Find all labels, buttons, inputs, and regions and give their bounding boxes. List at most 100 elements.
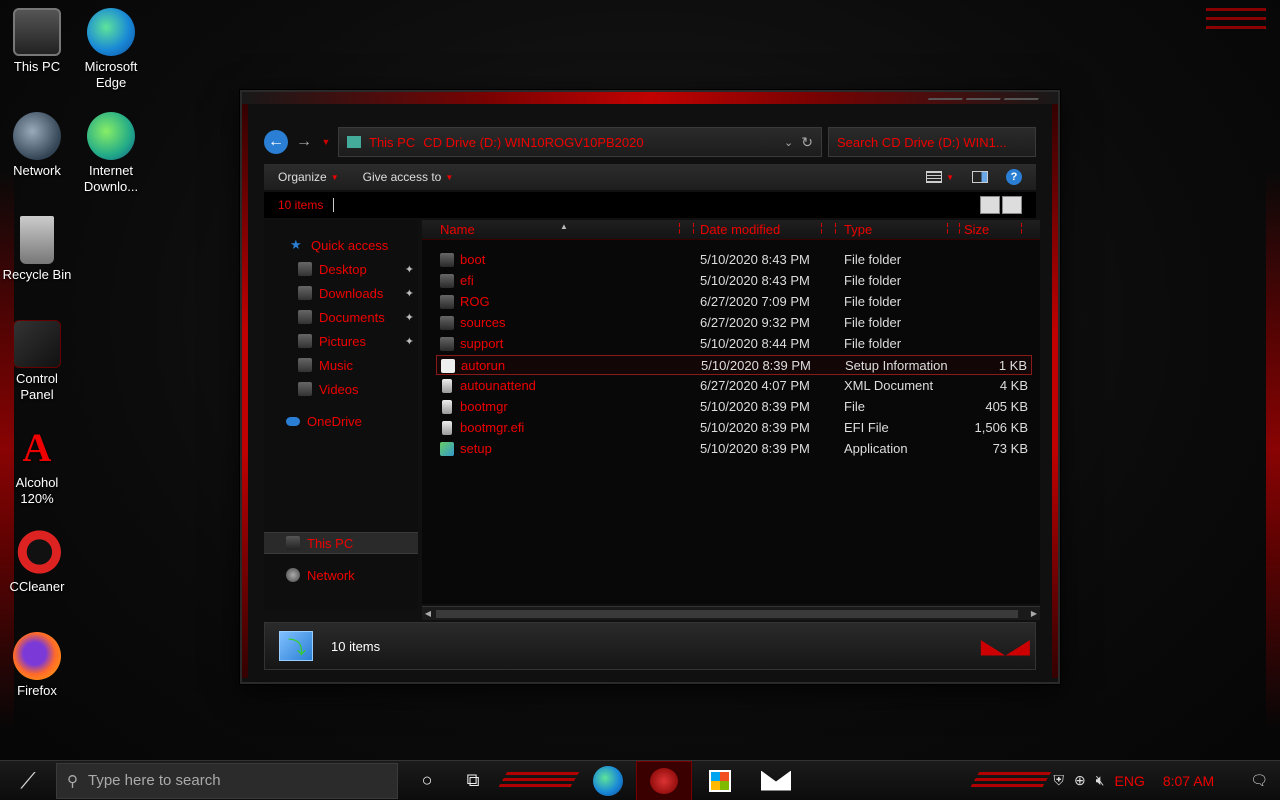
desktop-icon-recycle-bin[interactable]: Recycle Bin bbox=[0, 216, 74, 283]
column-divider[interactable]: ¦ bbox=[946, 222, 949, 234]
nav-label: Pictures bbox=[319, 333, 366, 349]
network-globe-icon[interactable]: ⊕ bbox=[1074, 772, 1086, 789]
file-row[interactable]: bootmgr 5/10/2020 8:39 PM File 405 KB bbox=[436, 397, 1032, 417]
folder-icon bbox=[440, 337, 454, 351]
file-row[interactable]: autounattend 6/27/2020 4:07 PM XML Docum… bbox=[436, 376, 1032, 396]
music-folder-icon bbox=[298, 358, 312, 372]
large-icons-view-icon[interactable] bbox=[1002, 196, 1022, 214]
nav-item-pictures[interactable]: Pictures ✦ bbox=[264, 330, 418, 352]
scroll-left-icon[interactable]: ◀ bbox=[422, 607, 434, 621]
volume-muted-icon[interactable]: 🔇︎ bbox=[1096, 772, 1105, 789]
network-icon bbox=[286, 568, 300, 582]
nav-item-this-pc[interactable]: This PC bbox=[264, 532, 418, 554]
clock[interactable]: 8:07 AM bbox=[1163, 773, 1214, 789]
ccleaner-icon bbox=[13, 528, 61, 576]
column-header-name[interactable]: Name bbox=[440, 222, 475, 237]
desktop-icon-control-panel[interactable]: Control Panel bbox=[0, 320, 74, 403]
nav-label: This PC bbox=[307, 535, 354, 551]
file-row[interactable]: boot 5/10/2020 8:43 PM File folder bbox=[436, 250, 1032, 270]
scrollbar-thumb[interactable] bbox=[436, 610, 1018, 618]
column-divider[interactable]: ¦ bbox=[834, 222, 837, 234]
column-divider[interactable]: ¦ bbox=[958, 222, 961, 234]
recycle-bin-icon bbox=[20, 216, 54, 264]
file-type: File folder bbox=[844, 273, 902, 288]
column-divider[interactable]: ¦ bbox=[1020, 222, 1023, 234]
desktop-icon-edge[interactable]: Microsoft Edge bbox=[74, 8, 148, 91]
nav-item-downloads[interactable]: Downloads ✦ bbox=[264, 282, 418, 304]
window-left-border bbox=[242, 104, 248, 678]
cortana-button[interactable]: ○ bbox=[404, 761, 450, 800]
file-row[interactable]: efi 5/10/2020 8:43 PM File folder bbox=[436, 271, 1032, 291]
desktop-icon-alcohol[interactable]: A Alcohol 120% bbox=[0, 424, 74, 507]
corner-decoration bbox=[1206, 8, 1266, 48]
details-pane: 10 items ◣◢ bbox=[264, 622, 1036, 670]
column-divider[interactable]: ¦ bbox=[820, 222, 823, 234]
nav-item-music[interactable]: Music bbox=[264, 354, 418, 376]
search-input[interactable]: Search CD Drive (D:) WIN1... bbox=[828, 127, 1036, 157]
start-button[interactable]: ⟋ bbox=[0, 761, 56, 800]
nav-label: Music bbox=[319, 357, 353, 373]
taskbar-edge-button[interactable] bbox=[580, 761, 636, 800]
system-tray: ⛨ ⊕ 🔇︎ ENG 8:07 AM 🗨︎ bbox=[1053, 772, 1280, 789]
nav-item-videos[interactable]: Videos bbox=[264, 378, 418, 400]
status-item-count: 10 items bbox=[331, 638, 381, 654]
desktop-icon-network[interactable]: Network bbox=[0, 112, 74, 179]
column-header-size[interactable]: Size bbox=[964, 222, 989, 237]
recent-locations-dropdown[interactable]: ▼ bbox=[320, 137, 332, 147]
column-header-date[interactable]: Date modified bbox=[700, 222, 780, 237]
nav-item-onedrive[interactable]: OneDrive bbox=[264, 410, 418, 432]
taskbar-mail-button[interactable] bbox=[748, 761, 804, 800]
security-shield-icon[interactable]: ⛨ bbox=[1053, 772, 1064, 789]
desktop-icon-firefox[interactable]: Firefox bbox=[0, 632, 74, 699]
setup-application-icon bbox=[440, 442, 454, 456]
taskbar-search-box[interactable]: ⚲ Type here to search bbox=[56, 762, 398, 799]
close-button[interactable] bbox=[999, 98, 1039, 108]
column-divider[interactable]: ¦ bbox=[692, 222, 695, 234]
file-row[interactable]: bootmgr.efi 5/10/2020 8:39 PM EFI File 1… bbox=[436, 418, 1032, 438]
folder-icon bbox=[440, 253, 454, 267]
taskbar-store-button[interactable] bbox=[692, 761, 748, 800]
file-row[interactable]: sources 6/27/2020 9:32 PM File folder bbox=[436, 313, 1032, 333]
desktop-icon-idm[interactable]: Internet Downlo... bbox=[74, 112, 148, 195]
nav-label: OneDrive bbox=[307, 413, 362, 429]
address-segment-this-pc[interactable]: This PC bbox=[369, 135, 415, 150]
file-row[interactable]: ROG 6/27/2020 7:09 PM File folder bbox=[436, 292, 1032, 312]
details-view-icon[interactable] bbox=[980, 196, 1000, 214]
nav-item-network[interactable]: Network bbox=[264, 564, 418, 586]
file-row[interactable]: setup 5/10/2020 8:39 PM Application 73 K… bbox=[436, 439, 1032, 459]
maximize-button[interactable] bbox=[961, 98, 1001, 108]
pin-icon: ✦ bbox=[404, 263, 414, 276]
minimize-button[interactable] bbox=[923, 98, 963, 108]
address-chevron-down-icon[interactable]: ⌄ bbox=[784, 136, 793, 149]
forward-button[interactable]: → bbox=[294, 130, 314, 154]
preview-pane-icon[interactable] bbox=[972, 171, 988, 183]
refresh-icon[interactable]: ↻ bbox=[801, 134, 813, 151]
help-icon[interactable]: ? bbox=[1006, 169, 1022, 185]
scroll-right-icon[interactable]: ▶ bbox=[1028, 607, 1040, 621]
nav-item-desktop[interactable]: Desktop ✦ bbox=[264, 258, 418, 280]
horizontal-scrollbar[interactable]: ◀ ▶ bbox=[422, 606, 1040, 620]
chevron-down-icon: ▼ bbox=[330, 172, 339, 182]
address-bar[interactable]: This PC CD Drive (D:) WIN10ROGV10PB2020 … bbox=[338, 127, 822, 157]
download-globe-icon bbox=[87, 112, 135, 160]
language-indicator[interactable]: ENG bbox=[1115, 773, 1145, 789]
desktop-icon-ccleaner[interactable]: CCleaner bbox=[0, 528, 74, 595]
nav-item-quick-access[interactable]: ★ Quick access bbox=[290, 234, 418, 256]
file-date: 5/10/2020 8:39 PM bbox=[700, 420, 810, 435]
change-view-button[interactable]: ▼ bbox=[926, 171, 954, 183]
task-view-button[interactable]: ⧉ bbox=[450, 761, 496, 800]
back-button[interactable]: ← bbox=[264, 130, 288, 154]
organize-label: Organize bbox=[278, 170, 327, 184]
notifications-icon[interactable]: 🗨︎ bbox=[1250, 772, 1268, 789]
address-segment-cd-drive[interactable]: CD Drive (D:) WIN10ROGV10PB2020 bbox=[423, 135, 643, 150]
desktop-icon-this-pc[interactable]: This PC bbox=[0, 8, 74, 75]
organize-button[interactable]: Organize ▼ bbox=[278, 170, 339, 184]
column-header-type[interactable]: Type bbox=[844, 222, 872, 237]
column-divider[interactable]: ¦ bbox=[678, 222, 681, 234]
file-row[interactable]: support 5/10/2020 8:44 PM File folder bbox=[436, 334, 1032, 354]
taskbar-file-explorer-button[interactable] bbox=[636, 760, 692, 800]
nav-item-documents[interactable]: Documents ✦ bbox=[264, 306, 418, 328]
file-row[interactable]: autorun 5/10/2020 8:39 PM Setup Informat… bbox=[436, 355, 1032, 375]
give-access-button[interactable]: Give access to ▼ bbox=[363, 170, 454, 184]
xml-file-icon bbox=[442, 379, 452, 393]
